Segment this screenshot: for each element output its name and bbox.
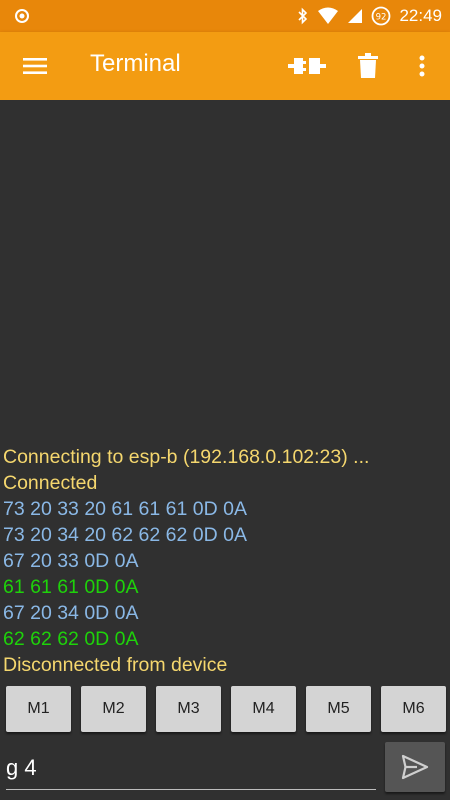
svg-text:92: 92 — [376, 13, 387, 23]
terminal-line-sent: 73 20 34 20 62 62 62 0D 0A — [3, 524, 247, 546]
status-icons: 92 22:49 — [297, 0, 442, 32]
terminal-line-sent: 67 20 34 0D 0A — [3, 602, 139, 624]
send-input-container — [6, 748, 376, 790]
terminal-line-status: Disconnected from device — [3, 654, 228, 676]
macro-button-m5[interactable]: M5 — [306, 686, 371, 732]
terminal-line-received: 62 62 62 0D 0A — [3, 628, 139, 650]
terminal-line-received: 61 61 61 0D 0A — [3, 576, 139, 598]
terminal-line-sent: 73 20 33 20 61 61 61 0D 0A — [3, 498, 247, 520]
status-time: 22:49 — [399, 6, 442, 25]
macro-button-m1[interactable]: M1 — [6, 686, 71, 732]
wifi-icon — [318, 7, 339, 24]
trash-icon — [358, 53, 378, 78]
macro-button-m3[interactable]: M3 — [156, 686, 221, 732]
battery-icon: 92 — [372, 6, 391, 26]
status-bar: 92 22:49 — [0, 0, 450, 32]
macro-button-m2[interactable]: M2 — [81, 686, 146, 732]
more-options-button[interactable] — [406, 50, 438, 82]
send-button[interactable] — [385, 742, 445, 792]
send-icon — [401, 754, 429, 780]
macro-button-m4[interactable]: M4 — [231, 686, 296, 732]
send-text-input[interactable] — [6, 748, 376, 788]
page-title: Terminal — [90, 50, 181, 77]
connect-button[interactable] — [286, 50, 328, 82]
target-icon — [15, 9, 29, 23]
macro-bar: M1 M2 M3 M4 M5 M6 — [6, 686, 446, 732]
terminal-output[interactable]: Connecting to esp-b (192.168.0.102:23) .… — [0, 100, 450, 682]
macro-button-m6[interactable]: M6 — [381, 686, 446, 732]
more-vert-icon — [419, 55, 425, 77]
terminal-line-sent: 67 20 33 0D 0A — [3, 550, 139, 572]
connect-icon — [288, 58, 326, 74]
terminal-lines: Connecting to esp-b (192.168.0.102:23) .… — [3, 444, 450, 678]
signal-icon — [348, 9, 363, 23]
clear-button[interactable] — [352, 50, 384, 82]
terminal-line-status: Connected — [3, 472, 98, 494]
app-bar: Terminal — [0, 32, 450, 100]
bluetooth-icon — [298, 7, 308, 25]
hamburger-menu-icon[interactable] — [20, 52, 50, 80]
terminal-line-status: Connecting to esp-b (192.168.0.102:23) .… — [3, 446, 370, 468]
